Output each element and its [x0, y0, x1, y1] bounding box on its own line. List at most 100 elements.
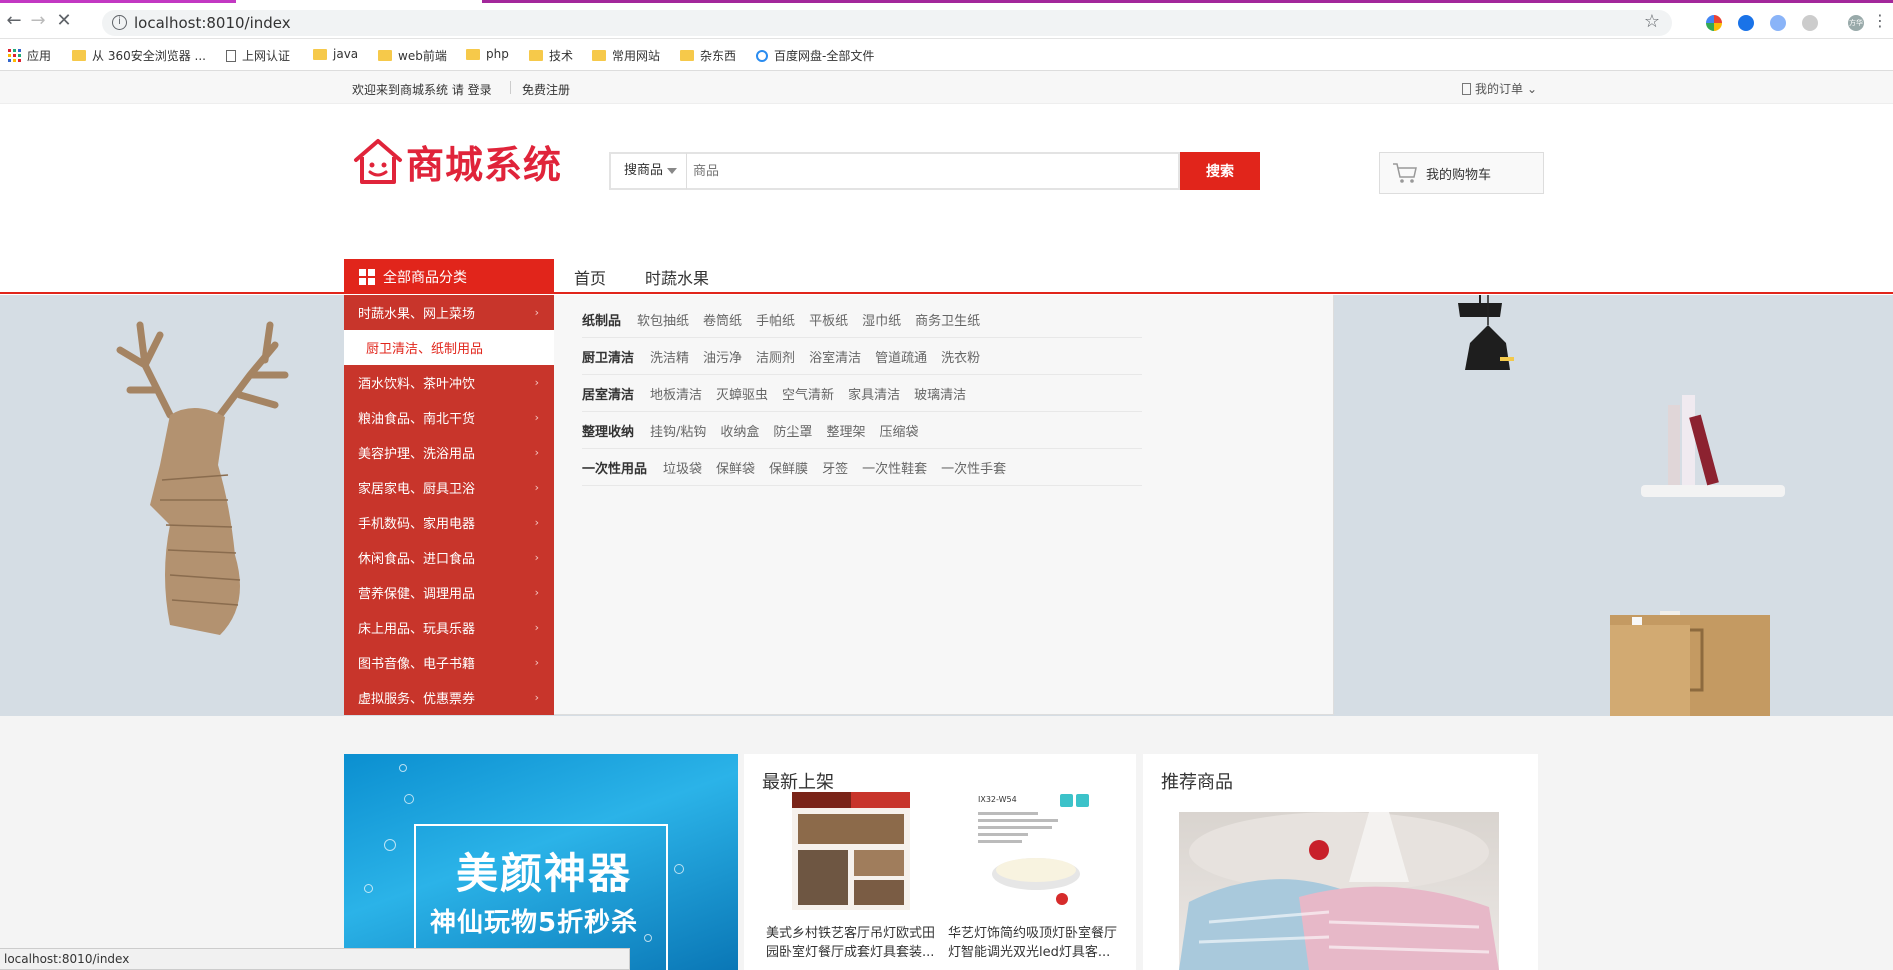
stop-loading-icon[interactable]: ✕: [54, 11, 74, 31]
subcategory-title[interactable]: 厨卫清洁: [582, 347, 634, 366]
promo-subtitle: 神仙玩物5折秒杀: [430, 908, 639, 938]
baidu-cloud-icon: [756, 49, 768, 62]
category-item-active[interactable]: 厨卫清洁、纸制用品: [344, 330, 554, 365]
subcategory-title[interactable]: 一次性用品: [582, 458, 647, 477]
subcategory-link[interactable]: 灭蟑驱虫: [716, 384, 768, 403]
subcategory-row: 一次性用品 垃圾袋 保鲜袋 保鲜膜 牙签 一次性鞋套 一次性手套: [582, 449, 1142, 486]
search-input[interactable]: [687, 152, 1180, 190]
subcategory-link[interactable]: 空气清新: [782, 384, 834, 403]
category-item[interactable]: 家居家电、厨具卫浴 ›: [344, 470, 554, 505]
recommend-product-image[interactable]: [1179, 812, 1499, 970]
subcategory-link[interactable]: 整理架: [826, 421, 865, 440]
category-item[interactable]: 美容护理、洗浴用品 ›: [344, 435, 554, 470]
bookmark-star-icon[interactable]: ☆: [1644, 11, 1660, 32]
subcategory-popup: 纸制品 软包抽纸 卷筒纸 手帕纸 平板纸 湿巾纸 商务卫生纸 厨卫清洁 洗洁精 …: [554, 295, 1334, 715]
bookmark-apps[interactable]: 应用: [8, 47, 51, 64]
subcategory-link[interactable]: 商务卫生纸: [915, 310, 980, 329]
subcategory-link[interactable]: 垃圾袋: [663, 458, 702, 477]
profile-avatar[interactable]: 方华: [1848, 15, 1864, 31]
bookmark-folder[interactable]: 从 360安全浏览器 ...: [72, 47, 206, 64]
search-button[interactable]: 搜索: [1180, 152, 1260, 190]
subcategory-link[interactable]: 平板纸: [809, 310, 848, 329]
subcategory-link[interactable]: 牙签: [822, 458, 848, 477]
nav-link-home[interactable]: 首页: [574, 265, 606, 289]
subcategory-link[interactable]: 浴室清洁: [809, 347, 861, 366]
nav-link-fruits[interactable]: 时蔬水果: [645, 265, 709, 289]
category-item[interactable]: 粮油食品、南北干货 ›: [344, 400, 554, 435]
subcategory-row: 厨卫清洁 洗洁精 油污净 洁厕剂 浴室清洁 管道疏通 洗衣粉: [582, 338, 1142, 375]
register-link[interactable]: 免费注册: [522, 81, 570, 98]
bookmark-folder[interactable]: 杂东西: [680, 47, 736, 64]
category-item[interactable]: 酒水饮料、茶叶冲饮 ›: [344, 365, 554, 400]
site-info-icon[interactable]: i: [112, 15, 127, 30]
category-item[interactable]: 床上用品、玩具乐器 ›: [344, 610, 554, 645]
category-item[interactable]: 营养保健、调理用品 ›: [344, 575, 554, 610]
subcategory-link[interactable]: 管道疏通: [875, 347, 927, 366]
extension-icon[interactable]: [1770, 15, 1786, 31]
subcategory-row: 纸制品 软包抽纸 卷筒纸 手帕纸 平板纸 湿巾纸 商务卫生纸: [582, 301, 1142, 338]
subcategory-link[interactable]: 洁厕剂: [756, 347, 795, 366]
subcategory-link[interactable]: 一次性手套: [941, 458, 1006, 477]
promo-banner[interactable]: 美颜神器 神仙玩物5折秒杀: [344, 754, 738, 970]
product-image[interactable]: IX32-W54: [974, 792, 1092, 910]
bookmark-folder[interactable]: 常用网站: [592, 47, 660, 64]
address-bar[interactable]: i localhost:8010/index ☆: [102, 10, 1672, 36]
subcategory-link[interactable]: 洗衣粉: [941, 347, 980, 366]
menu-dots-icon[interactable]: ⋮: [1870, 11, 1890, 31]
subcategory-link[interactable]: 保鲜膜: [769, 458, 808, 477]
bookmark-folder[interactable]: web前端: [378, 47, 447, 64]
product-name[interactable]: 华艺灯饰简约吸顶灯卧室餐厅灯智能调光双光led灯具客...: [948, 924, 1118, 962]
extension-icon[interactable]: [1738, 15, 1754, 31]
cart-button[interactable]: 我的购物车: [1379, 152, 1544, 194]
site-logo[interactable]: 商城系统: [352, 134, 562, 189]
subcategory-title[interactable]: 整理收纳: [582, 421, 634, 440]
subcategory-link[interactable]: 手帕纸: [756, 310, 795, 329]
chevron-right-icon: ›: [534, 446, 539, 459]
category-item[interactable]: 虚拟服务、优惠票券 ›: [344, 680, 554, 715]
product-name[interactable]: 美式乡村铁艺客厅吊灯欧式田园卧室灯餐厅成套灯具套装...: [766, 924, 936, 962]
subcategory-link[interactable]: 挂钩/粘钩: [650, 421, 706, 440]
bubble-decor: [364, 884, 373, 893]
back-icon[interactable]: ←: [4, 11, 24, 31]
subcategory-link[interactable]: 防尘罩: [773, 421, 812, 440]
subcategory-link[interactable]: 压缩袋: [879, 421, 918, 440]
product-card[interactable]: 美式乡村铁艺客厅吊灯欧式田园卧室灯餐厅成套灯具套装...: [766, 792, 936, 962]
category-item[interactable]: 手机数码、家用电器 ›: [344, 505, 554, 540]
bookmark-folder[interactable]: 技术: [529, 47, 573, 64]
all-categories-button[interactable]: 全部商品分类: [344, 259, 554, 294]
chevron-right-icon: ›: [534, 376, 539, 389]
category-item[interactable]: 图书音像、电子书籍 ›: [344, 645, 554, 680]
subcategory-title[interactable]: 纸制品: [582, 310, 621, 329]
url-text[interactable]: localhost:8010/index: [134, 14, 291, 32]
subcategory-link[interactable]: 收纳盒: [720, 421, 759, 440]
subcategory-link[interactable]: 保鲜袋: [716, 458, 755, 477]
bookmark-link[interactable]: 上网认证: [226, 47, 290, 64]
subcategory-link[interactable]: 地板清洁: [650, 384, 702, 403]
bookmark-link[interactable]: 百度网盘-全部文件: [756, 47, 874, 64]
search-category-select[interactable]: 搜商品: [609, 152, 687, 190]
extension-icon[interactable]: [1802, 15, 1818, 31]
bookmark-folder[interactable]: java: [313, 47, 358, 61]
subcategory-link[interactable]: 油污净: [703, 347, 742, 366]
forward-icon[interactable]: →: [28, 11, 48, 31]
subcategory-link[interactable]: 卷筒纸: [703, 310, 742, 329]
extension-icon[interactable]: [1706, 15, 1722, 31]
subcategory-link[interactable]: 一次性鞋套: [862, 458, 927, 477]
folder-icon: [592, 50, 606, 61]
subcategory-link[interactable]: 家具清洁: [848, 384, 900, 403]
welcome-login-link[interactable]: 欢迎来到商城系统 请 登录: [352, 81, 492, 98]
subcategory-link[interactable]: 玻璃清洁: [914, 384, 966, 403]
category-item[interactable]: 时蔬水果、网上菜场 ›: [344, 295, 554, 330]
product-card[interactable]: IX32-W54 华艺灯饰简约吸顶灯卧室餐厅灯智能调光双光led灯具客...: [948, 792, 1118, 962]
subcategory-link[interactable]: 湿巾纸: [862, 310, 901, 329]
bookmark-folder[interactable]: php: [466, 47, 509, 61]
category-item[interactable]: 休闲食品、进口食品 ›: [344, 540, 554, 575]
product-image[interactable]: [792, 792, 910, 910]
logo-text: 商城系统: [406, 142, 563, 187]
subcategory-title[interactable]: 居室清洁: [582, 384, 634, 403]
subcategory-row: 居室清洁 地板清洁 灭蟑驱虫 空气清新 家具清洁 玻璃清洁: [582, 375, 1142, 412]
subcategory-link[interactable]: 软包抽纸: [637, 310, 689, 329]
promo-title: 美颜神器: [456, 849, 633, 898]
my-orders-link[interactable]: 我的订单 ⌄: [1462, 80, 1537, 97]
subcategory-link[interactable]: 洗洁精: [650, 347, 689, 366]
